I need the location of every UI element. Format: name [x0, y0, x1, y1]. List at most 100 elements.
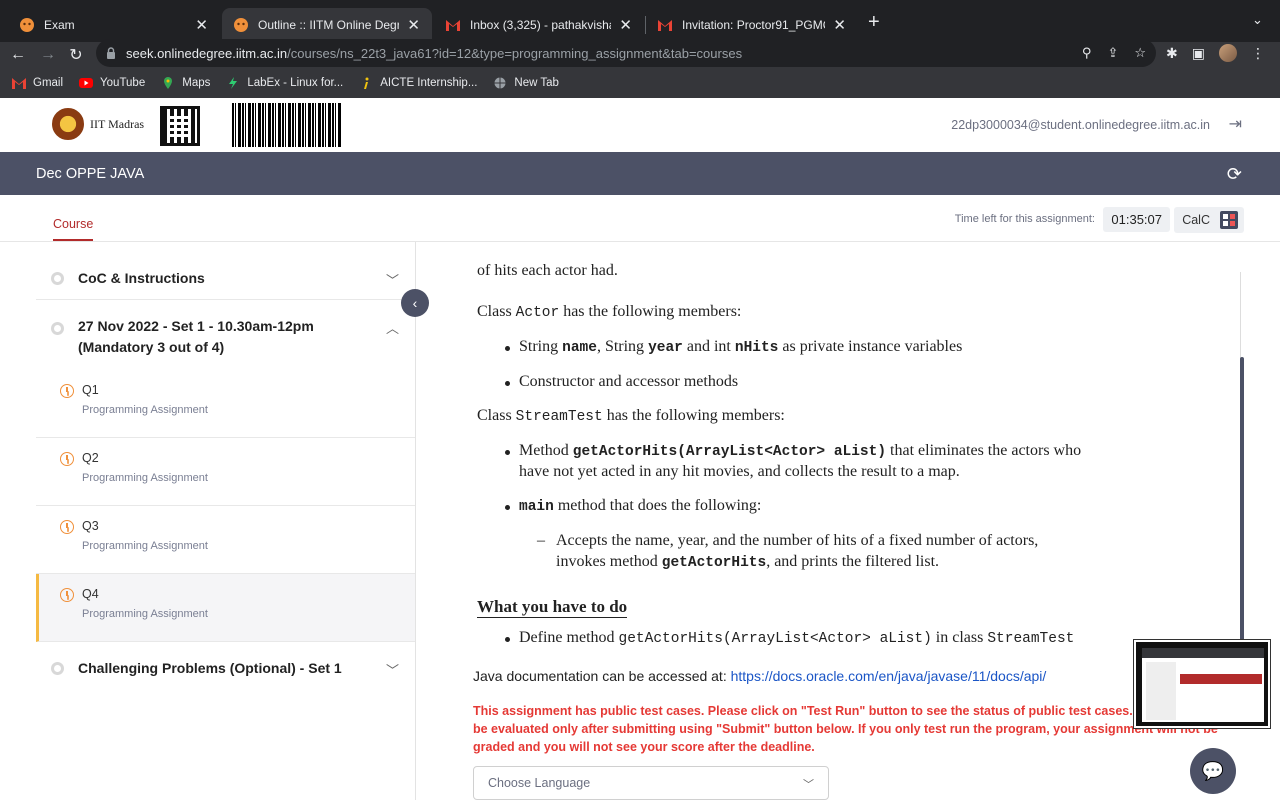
- close-tab-icon[interactable]: ✕: [195, 16, 208, 34]
- labex-icon: [229, 77, 238, 89]
- address-bar[interactable]: seek.onlinedegree.iitm.ac.in/courses/ns_…: [96, 39, 1156, 67]
- browser-toolbar: ← → ↻ seek.onlinedegree.iitm.ac.in/cours…: [0, 39, 1280, 68]
- actor-member-1: String name, String year and int nHits a…: [519, 338, 963, 356]
- list-item-q3[interactable]: Q3 Programming Assignment: [36, 506, 415, 574]
- course-title: Dec OPPE JAVA: [36, 165, 145, 182]
- browser-tab-exam[interactable]: Exam ✕: [8, 8, 220, 42]
- barcode: [232, 103, 342, 147]
- item-type: Programming Assignment: [82, 472, 208, 484]
- scrollbar[interactable]: [1240, 357, 1244, 647]
- language-placeholder: Choose Language: [488, 776, 591, 790]
- bullet-icon: [505, 381, 510, 386]
- gmail-icon: [12, 78, 26, 89]
- bookmark-label: LabEx - Linux for...: [247, 77, 344, 89]
- refresh-icon[interactable]: ⟳: [1227, 164, 1242, 185]
- item-label: Q4: [82, 587, 99, 601]
- iitm-logo[interactable]: IIT Madras: [52, 108, 144, 140]
- avatar[interactable]: [1218, 44, 1237, 62]
- what-you-have-to-do-heading: What you have to do: [477, 597, 628, 618]
- dash-icon: –: [537, 532, 545, 549]
- chevron-down-icon: ﹀: [803, 779, 814, 791]
- url-path: /courses/ns_22t3_java61?id=12&type=progr…: [287, 45, 743, 61]
- sidepanel-icon[interactable]: ▣: [1192, 45, 1205, 62]
- partial-line: of hits each actor had.: [477, 262, 618, 279]
- chat-button[interactable]: 💬: [1190, 748, 1236, 794]
- java-docs-link[interactable]: https://docs.oracle.com/en/java/javase/1…: [731, 668, 1047, 684]
- chevron-down-icon[interactable]: ⌄: [1252, 12, 1263, 28]
- calculator-button[interactable]: CalC: [1174, 207, 1244, 233]
- chevron-up-icon: ︿: [385, 321, 399, 336]
- section-challenging-problems[interactable]: Challenging Problems (Optional) - Set 1 …: [36, 642, 415, 694]
- chat-icon: 💬: [1201, 760, 1225, 781]
- kebab-menu-icon[interactable]: ⋮: [1251, 45, 1265, 62]
- streamtest-member-1: Method getActorHits(ArrayList<Actor> aLi…: [519, 442, 1082, 460]
- logo-text: IIT Madras: [90, 116, 145, 131]
- browser-tab-inbox[interactable]: Inbox (3,325) - pathakvishal13 ✕: [434, 8, 644, 42]
- timer-value: 01:35:07: [1103, 207, 1170, 232]
- browser-tab-invitation[interactable]: Invitation: Proctor91_PGMQ2_ ✕: [646, 8, 858, 42]
- bookmark-gmail[interactable]: Gmail: [12, 77, 63, 89]
- streamtest-member-2: main method that does the following:: [519, 497, 762, 515]
- bullet-icon: [505, 637, 510, 642]
- streamtest-member-1-line2: have not yet acted in any hit movies, an…: [519, 463, 960, 480]
- calc-label: CalC: [1182, 213, 1210, 227]
- back-arrow-icon[interactable]: ←: [6, 42, 30, 68]
- section-coc-instructions[interactable]: CoC & Instructions ﹀: [36, 242, 415, 300]
- item-type: Programming Assignment: [82, 540, 208, 552]
- tab-course[interactable]: Course: [53, 217, 94, 241]
- main-step-line1: Accepts the name, year, and the number o…: [556, 532, 1039, 549]
- share-icon[interactable]: ⇪: [1107, 45, 1118, 61]
- item-type: Programming Assignment: [82, 608, 208, 620]
- browser-tab-outline[interactable]: Outline :: IITM Online Degree ✕: [222, 8, 432, 42]
- tab-title: Inbox (3,325) - pathakvishal13: [470, 18, 611, 32]
- bullet-icon: [505, 346, 510, 351]
- clock-icon: [60, 588, 74, 602]
- youtube-icon: [79, 78, 94, 88]
- bookmark-youtube[interactable]: YouTube: [79, 77, 145, 89]
- item-label: Q3: [82, 519, 99, 533]
- bookmark-label: AICTE Internship...: [380, 77, 478, 89]
- tab-title: Exam: [44, 18, 75, 32]
- chevron-down-icon: ﹀: [385, 273, 399, 288]
- list-item-q1[interactable]: Q1 Programming Assignment: [36, 370, 415, 438]
- qr-code: [160, 106, 200, 146]
- new-tab-icon[interactable]: +: [868, 11, 880, 34]
- collapse-sidebar-button[interactable]: ‹: [401, 289, 429, 317]
- browser-tab-strip: Exam ✕ Outline :: IITM Online Degree ✕ I…: [0, 0, 1280, 42]
- forward-arrow-icon[interactable]: →: [36, 42, 60, 68]
- main-step-line2: invokes method getActorHits, and prints …: [556, 553, 940, 571]
- section-title-line1: 27 Nov 2022 - Set 1 - 10.30am-12pm: [78, 318, 314, 334]
- bookmark-label: YouTube: [100, 77, 146, 89]
- actor-member-2: Constructor and accessor methods: [519, 373, 739, 390]
- list-item-q4[interactable]: Q4 Programming Assignment: [36, 574, 415, 642]
- logout-icon[interactable]: ⇥: [1229, 114, 1242, 134]
- reload-icon[interactable]: ↻: [64, 42, 88, 68]
- bookmark-labex[interactable]: LabEx - Linux for...: [226, 77, 343, 89]
- clock-icon: [60, 520, 74, 534]
- chevron-down-icon: ﹀: [385, 663, 399, 678]
- close-tab-icon[interactable]: ✕: [619, 16, 632, 34]
- site-header: IIT Madras 22dp3000034@student.onlinedeg…: [0, 98, 1280, 152]
- user-email: 22dp3000034@student.onlinedegree.iitm.ac…: [951, 118, 1210, 132]
- close-tab-icon[interactable]: ✕: [407, 16, 420, 34]
- bookmarks-bar: Gmail YouTube Maps LabEx - Linux for... …: [0, 68, 1280, 98]
- star-icon[interactable]: ☆: [1134, 45, 1146, 61]
- extensions-icon[interactable]: ✱: [1166, 45, 1178, 62]
- bookmark-new-tab[interactable]: New Tab: [493, 77, 559, 89]
- section-set-1[interactable]: 27 Nov 2022 - Set 1 - 10.30am-12pm (Mand…: [36, 300, 415, 368]
- close-tab-icon[interactable]: ✕: [833, 16, 846, 34]
- chevron-left-icon: ‹: [412, 295, 418, 311]
- proctor-screen-preview: [1134, 640, 1270, 728]
- bookmark-label: Maps: [182, 77, 211, 89]
- section-status-icon: [51, 272, 64, 285]
- bookmark-aicte[interactable]: AICTE Internship...: [359, 77, 477, 89]
- list-item-q2[interactable]: Q2 Programming Assignment: [36, 438, 415, 506]
- location-pin-icon[interactable]: ⚲: [1082, 45, 1092, 61]
- section-title-line2: (Mandatory 3 out of 4): [78, 339, 225, 355]
- clock-icon: [60, 384, 74, 398]
- choose-language-select[interactable]: Choose Language ﹀: [473, 766, 829, 800]
- gmail-icon: [446, 20, 460, 31]
- tab-title: Outline :: IITM Online Degree: [258, 18, 400, 32]
- lock-icon: [107, 47, 115, 59]
- bookmark-maps[interactable]: Maps: [161, 77, 210, 89]
